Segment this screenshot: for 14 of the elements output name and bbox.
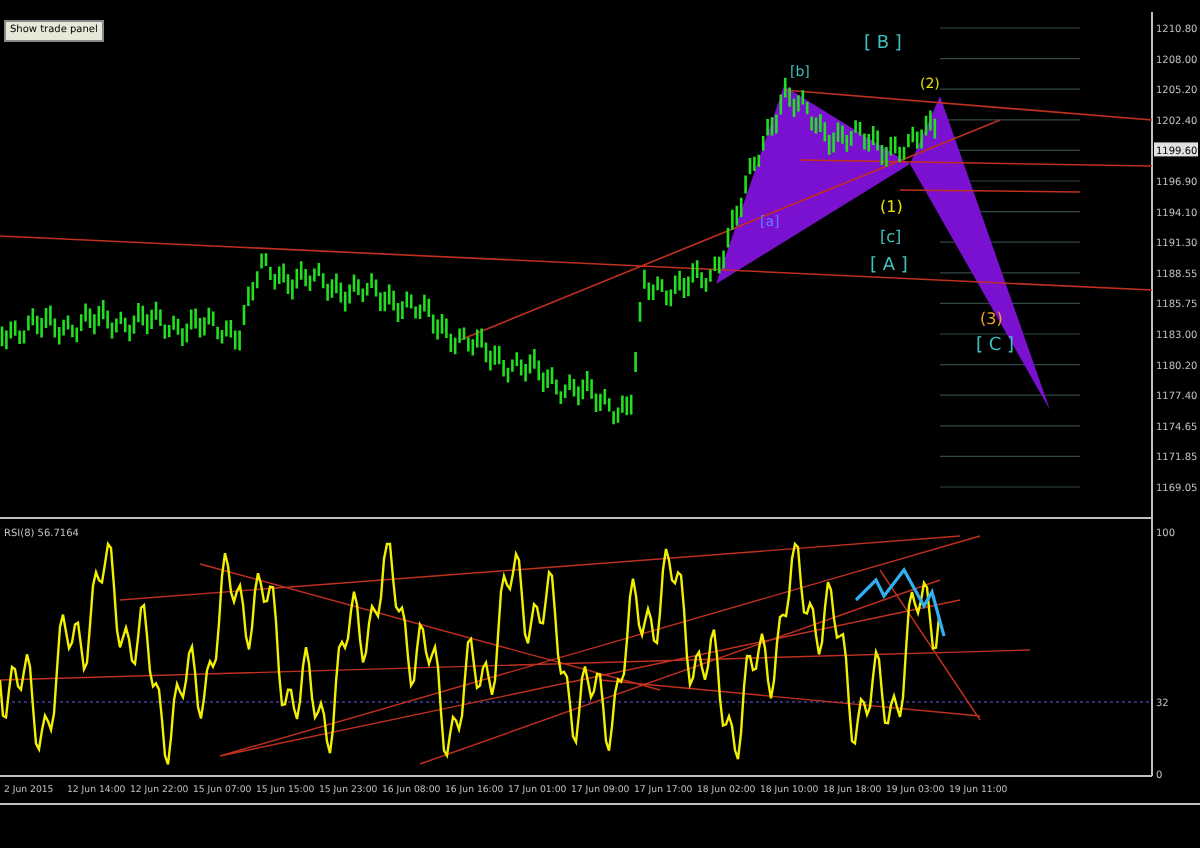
fibonacci-level-line bbox=[939, 394, 1081, 396]
wave-label: [c] bbox=[880, 228, 902, 246]
fibonacci-level-line bbox=[939, 58, 1081, 60]
fibonacci-level-line bbox=[939, 333, 1081, 335]
wave-label: (1) bbox=[880, 198, 903, 216]
wave-label: [ B ] bbox=[864, 34, 902, 54]
fibonacci-level-line bbox=[939, 88, 1081, 90]
wave-label: [ A ] bbox=[870, 256, 908, 276]
fibonacci-level-line bbox=[939, 455, 1081, 457]
fibonacci-level-line bbox=[939, 486, 1081, 488]
fibonacci-level-line bbox=[939, 364, 1081, 366]
wave-label: [ C ] bbox=[976, 336, 1015, 356]
fibonacci-level-line bbox=[939, 425, 1081, 427]
fibonacci-level-line bbox=[939, 27, 1081, 29]
